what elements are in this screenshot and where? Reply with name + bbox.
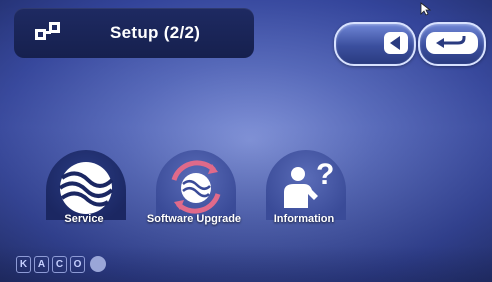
cursor-icon — [420, 2, 432, 16]
software-upgrade-tile — [156, 150, 236, 220]
return-icon — [426, 32, 478, 54]
header-bar: Setup (2/2) — [14, 8, 254, 58]
software-upgrade-icon — [171, 160, 221, 214]
information-icon: ? — [284, 158, 334, 208]
back-arrow-icon — [384, 32, 408, 54]
software-upgrade-menu-item[interactable]: Software Upgrade — [146, 150, 242, 230]
software-upgrade-label: Software Upgrade — [146, 213, 242, 225]
back-button[interactable] — [334, 22, 416, 66]
service-menu-item[interactable]: Service — [36, 150, 132, 230]
service-label: Service — [64, 213, 104, 225]
brand-letter: O — [70, 255, 85, 273]
svg-text:?: ? — [316, 158, 334, 191]
information-tile: ? — [266, 150, 346, 220]
information-menu-item[interactable]: ? Information — [256, 150, 352, 230]
brand-letter: C — [52, 255, 67, 273]
return-button[interactable] — [418, 22, 486, 66]
page-title: Setup (2/2) — [110, 23, 201, 42]
service-tile — [46, 150, 126, 220]
brand-mark-icon — [90, 256, 106, 272]
service-icon — [58, 162, 114, 214]
setup-icon — [35, 22, 60, 40]
information-label: Information — [273, 213, 335, 225]
setup-screen: Setup (2/2) Service Software Upgrade ? I… — [0, 0, 492, 282]
brand-logo: K A C O — [16, 254, 106, 274]
brand-letter: A — [34, 255, 49, 273]
brand-letter: K — [16, 255, 31, 273]
